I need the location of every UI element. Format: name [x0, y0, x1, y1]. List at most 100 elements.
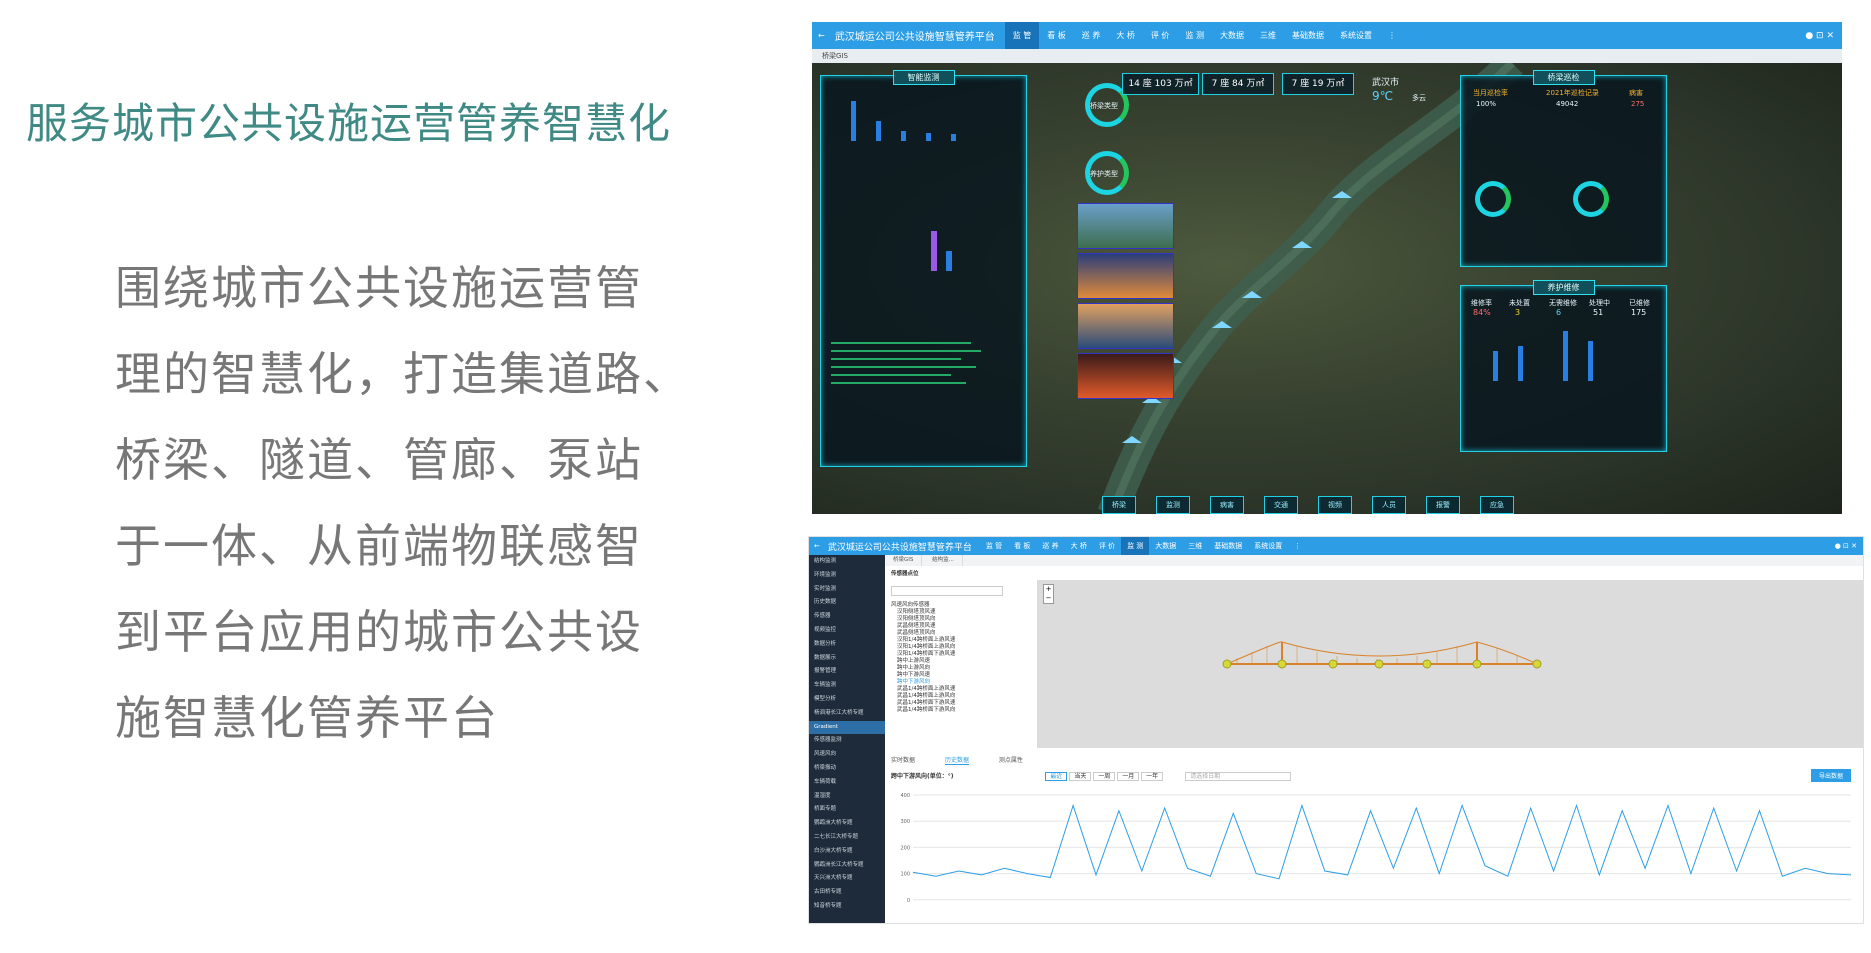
menu-item[interactable]: 大数据: [1212, 22, 1252, 49]
menu-item[interactable]: 大数据: [1149, 537, 1182, 555]
zoom-control[interactable]: + −: [1043, 584, 1054, 604]
more-icon[interactable]: ⋮: [1288, 537, 1307, 555]
satellite-map[interactable]: 智能监测 桥梁类型 养护类型 14 座 103 万㎡ 7 座 84 万㎡ 7 座…: [812, 63, 1842, 514]
sidebar-item[interactable]: 天兴洲大桥专题: [809, 872, 885, 886]
bridge-photo[interactable]: [1077, 353, 1174, 399]
range-button[interactable]: 最近: [1045, 772, 1068, 781]
menu-item[interactable]: 三维: [1182, 537, 1208, 555]
tree-item[interactable]: 跨中上游风速: [891, 658, 1011, 665]
tree-item[interactable]: 武昌1/4跨桥面下游风向: [891, 707, 1011, 714]
tab-history[interactable]: 历史数据: [944, 757, 969, 765]
sidebar-item[interactable]: 白沙洲大桥专题: [809, 845, 885, 859]
sidebar-item[interactable]: 车辆荷载: [809, 776, 885, 790]
sub-tab[interactable]: 桥梁GIS: [812, 49, 1842, 63]
tree-item[interactable]: 汉阳1/4跨桥面上游风速: [891, 637, 1011, 644]
tree-item[interactable]: 武昌1/4跨桥面上游风速: [891, 686, 1011, 693]
bridge-photo[interactable]: [1077, 303, 1174, 349]
menu-item[interactable]: 巡 养: [1036, 537, 1064, 555]
back-icon[interactable]: ←: [809, 542, 820, 550]
tree-item[interactable]: 汉阳侧塔顶风向: [891, 616, 1011, 623]
nav-monitor[interactable]: 监测: [1156, 496, 1190, 514]
export-button[interactable]: 导出数据: [1810, 769, 1851, 782]
tree-item[interactable]: 武昌侧塔顶风速: [891, 623, 1011, 630]
menu-item[interactable]: 基础数据: [1284, 22, 1332, 49]
bridge-photo[interactable]: [1077, 253, 1174, 299]
date-input[interactable]: 请选择日期: [1185, 772, 1292, 781]
menu-item[interactable]: 评 价: [1093, 537, 1121, 555]
tree-item[interactable]: 汉阳1/4跨桥面上游风向: [891, 644, 1011, 651]
history-line-chart: 0 100 200 300 400: [900, 793, 1852, 904]
tab-attributes[interactable]: 测点属性: [999, 757, 1023, 764]
sidebar-item[interactable]: 实时监测: [809, 583, 885, 597]
tree-item[interactable]: 汉阳1/4跨桥面下游风速: [891, 651, 1011, 658]
nav-emergency[interactable]: 应急: [1480, 496, 1514, 514]
sidebar-item[interactable]: Gradient: [809, 720, 885, 735]
tree-item[interactable]: 汉阳侧塔顶风速: [891, 609, 1011, 616]
sidebar-item[interactable]: 鹦鹉洲长江大桥专题: [809, 859, 885, 873]
more-icon[interactable]: ⋮: [1380, 22, 1404, 49]
tab-realtime[interactable]: 实时数据: [891, 757, 915, 764]
sidebar-item[interactable]: 桥梁振动: [809, 762, 885, 776]
range-button[interactable]: 当天: [1069, 772, 1092, 781]
tree-item[interactable]: 跨中上游风向: [891, 665, 1011, 672]
nav-bridge[interactable]: 桥梁: [1102, 496, 1136, 514]
nav-traffic[interactable]: 交通: [1264, 496, 1298, 514]
window-tools[interactable]: ● ⊡ ✕: [1805, 31, 1842, 41]
nav-disease[interactable]: 病害: [1210, 496, 1244, 514]
menu-item[interactable]: 大 桥: [1108, 22, 1143, 49]
range-button[interactable]: 一月: [1117, 772, 1140, 781]
menu-item[interactable]: 三维: [1252, 22, 1284, 49]
range-button[interactable]: 一周: [1093, 772, 1116, 781]
sidebar-item[interactable]: 数据分析: [809, 638, 885, 652]
page-tab[interactable]: 结构监...: [924, 555, 963, 566]
sidebar-item[interactable]: 二七长江大桥专题: [809, 831, 885, 845]
page-tab[interactable]: 桥梁GIS: [885, 555, 923, 566]
sidebar-item[interactable]: 杨泗港长江大桥专题: [809, 707, 885, 721]
sidebar-item[interactable]: 结构监测: [809, 555, 885, 569]
back-icon[interactable]: ←: [812, 31, 825, 40]
window-tools[interactable]: ● ⊡ ✕: [1835, 542, 1863, 550]
menu-item[interactable]: 系统设置: [1332, 22, 1380, 49]
sidebar-item[interactable]: 古田桥专题: [809, 886, 885, 900]
tree-item[interactable]: 跨中下游风向: [891, 679, 1011, 686]
sidebar-item[interactable]: 历史数据: [809, 596, 885, 610]
menu-item[interactable]: 监 测: [1121, 537, 1150, 555]
menu-item[interactable]: 大 桥: [1065, 537, 1093, 555]
sidebar-item[interactable]: 桥面专题: [809, 803, 885, 817]
menu-item[interactable]: 巡 养: [1074, 22, 1109, 49]
sidebar-item[interactable]: 环境监测: [809, 569, 885, 583]
menu-item[interactable]: 监 测: [1177, 22, 1212, 49]
nav-alarm[interactable]: 报警: [1426, 496, 1460, 514]
tree-item[interactable]: 武昌1/4跨桥面下游风速: [891, 700, 1011, 707]
bridge-photo[interactable]: [1077, 203, 1174, 249]
sidebar-item[interactable]: 传感器监测: [809, 734, 885, 748]
sidebar-item[interactable]: 鹦鹉洲大桥专题: [809, 817, 885, 831]
inspection-label: 病害: [1629, 89, 1643, 97]
tree-item[interactable]: 跨中下游风速: [891, 672, 1011, 679]
menu-item[interactable]: 监 管: [1004, 22, 1040, 49]
tree-item[interactable]: 风速风向传感器: [891, 602, 1011, 609]
sidebar-item[interactable]: 报警管理: [809, 665, 885, 679]
menu-item[interactable]: 看 板: [1008, 537, 1036, 555]
menu-item[interactable]: 基础数据: [1208, 537, 1248, 555]
nav-video[interactable]: 视频: [1318, 496, 1352, 514]
menu-item[interactable]: 系统设置: [1248, 537, 1288, 555]
bridge-model-view[interactable]: + −: [1037, 580, 1863, 748]
sidebar-item[interactable]: 视频监控: [809, 624, 885, 638]
sidebar-item[interactable]: 模型分析: [809, 693, 885, 707]
menu-item[interactable]: 评 价: [1143, 22, 1178, 49]
sidebar-item[interactable]: 温湿度: [809, 790, 885, 804]
sidebar-item[interactable]: 知音桥专题: [809, 900, 885, 914]
menu-item[interactable]: 监 管: [980, 537, 1008, 555]
nav-people[interactable]: 人员: [1372, 496, 1406, 514]
sidebar-item[interactable]: 传感器: [809, 610, 885, 624]
menu-item[interactable]: 看 板: [1039, 22, 1074, 49]
sidebar-item[interactable]: 车辆监测: [809, 679, 885, 693]
bridge-select[interactable]: [891, 586, 1003, 596]
sidebar-item[interactable]: 数据展示: [809, 652, 885, 666]
y-tick-label: 300: [900, 819, 910, 825]
tree-item[interactable]: 武昌侧塔顶风向: [891, 630, 1011, 637]
range-button[interactable]: 一年: [1141, 772, 1164, 781]
tree-item[interactable]: 武昌1/4跨桥面上游风向: [891, 693, 1011, 700]
sidebar-item[interactable]: 风速风向: [809, 748, 885, 762]
